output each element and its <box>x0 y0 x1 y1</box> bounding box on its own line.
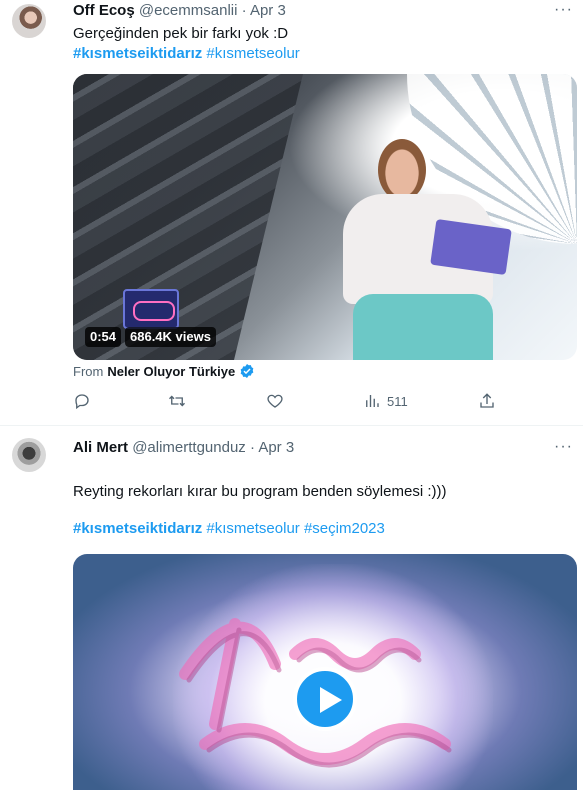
play-button-icon[interactable] <box>293 667 357 731</box>
retweet-icon <box>169 395 185 407</box>
avatar[interactable] <box>12 438 46 472</box>
tweet[interactable]: Ali Mert @alimerttgunduz · Apr 3 ··· Rey… <box>0 0 583 790</box>
tweet-header: Ali Mert @alimerttgunduz · Apr 3 <box>73 439 294 456</box>
author-name[interactable]: Ali Mert <box>73 439 128 456</box>
source-account-link[interactable]: Neler Oluyor Türkiye <box>107 364 235 379</box>
more-options-icon[interactable]: ··· <box>554 438 573 456</box>
verified-badge-icon <box>240 364 254 378</box>
hashtags: #kısmetseiktidarız #kısmetseolur #seçim2… <box>73 520 385 537</box>
hashtag-link[interactable]: #seçim2023 <box>304 520 385 537</box>
tweet-date[interactable]: · Apr 3 <box>250 439 294 456</box>
share-icon <box>480 393 494 408</box>
tweet-text: Reyting rekorları kırar bu program bende… <box>73 483 447 500</box>
heart-icon <box>267 394 283 408</box>
views-button[interactable]: 511 <box>363 392 408 410</box>
views-chart-icon <box>366 395 379 407</box>
video-source: From Neler Oluyor Türkiye <box>73 363 255 379</box>
hashtag-link[interactable]: #kısmetseiktidarız <box>73 520 202 537</box>
hashtag-link[interactable]: #kısmetseolur <box>206 520 299 537</box>
tweet-actions: 511 <box>73 392 503 414</box>
video-player[interactable] <box>73 554 577 790</box>
share-button[interactable] <box>478 392 496 410</box>
from-label: From <box>73 363 104 379</box>
views-count: 511 <box>387 393 408 409</box>
like-button[interactable] <box>266 392 290 410</box>
author-handle[interactable]: @alimerttgunduz <box>132 439 246 456</box>
reply-icon <box>75 394 89 410</box>
reply-button[interactable] <box>73 392 97 410</box>
retweet-button[interactable] <box>168 392 192 410</box>
